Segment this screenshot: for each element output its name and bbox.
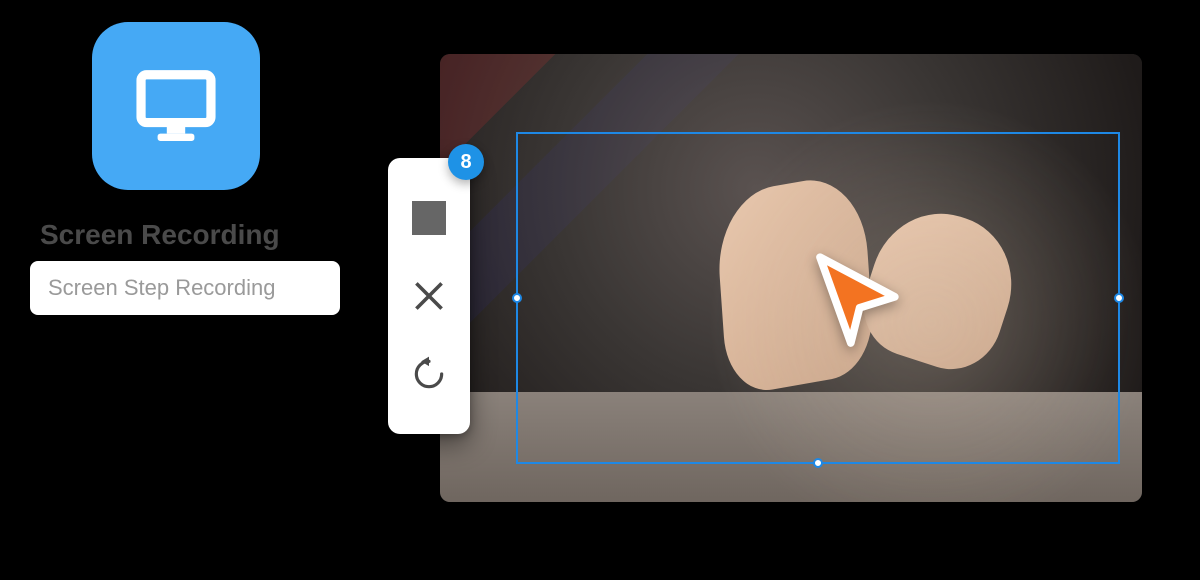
label-stack: Screen Recording Screen Step Recording [30,215,360,315]
recording-count-badge: 8 [448,144,484,180]
selection-handle-bottom[interactable] [813,458,823,468]
selection-handle-left[interactable] [512,293,522,303]
screen-recording-title: Screen Recording [30,215,290,255]
selection-handle-right[interactable] [1114,293,1124,303]
app-icon [92,22,260,190]
restart-button[interactable] [401,346,457,402]
close-icon [411,278,447,314]
stop-icon [412,201,446,235]
cancel-button[interactable] [401,268,457,324]
restart-icon [410,355,448,393]
screen-step-recording-label: Screen Step Recording [30,261,340,315]
monitor-icon [130,60,222,152]
cursor-icon [798,244,908,354]
recording-canvas[interactable] [440,54,1142,502]
recording-toolbar: 8 [388,158,470,434]
stop-button[interactable] [401,190,457,246]
